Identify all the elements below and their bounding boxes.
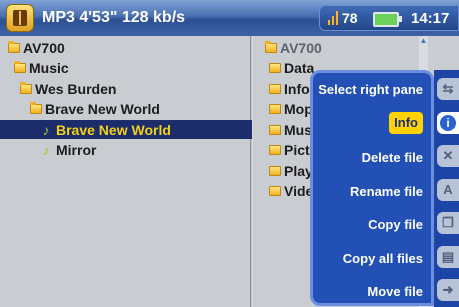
tree-item[interactable]: Brave New World bbox=[30, 100, 160, 119]
tree-item[interactable]: Wes Burden bbox=[20, 79, 116, 98]
folder-icon bbox=[20, 81, 32, 94]
side-toolbar: ⇆ i ✕ A ❐ ▤ ➜ bbox=[434, 70, 459, 307]
scroll-up-icon[interactable]: ▲ bbox=[419, 36, 428, 46]
copy-file-icon[interactable]: ❐ bbox=[437, 212, 459, 234]
book-icon[interactable] bbox=[6, 4, 34, 32]
folder-icon bbox=[8, 40, 20, 53]
menu-item-select-right-pane[interactable]: Select right pane bbox=[318, 79, 423, 101]
folder-item[interactable]: AV700 bbox=[265, 38, 322, 57]
folder-item[interactable]: Vide bbox=[269, 182, 313, 201]
folder-item[interactable]: Musi bbox=[269, 120, 316, 139]
context-menu: Select right pane Info Delete file Rename f… bbox=[310, 70, 434, 306]
menu-item-rename-file[interactable]: Rename file bbox=[350, 181, 423, 203]
music-note-icon: ♪ bbox=[42, 121, 50, 138]
volume-bars-icon bbox=[328, 11, 338, 25]
file-browser-screen: MP3 4'53" 128 kb/s 78 14:17 AV700 Music We… bbox=[0, 0, 459, 307]
select-pane-icon[interactable]: ⇆ bbox=[437, 78, 459, 100]
tree-item[interactable]: ♪ Brave New World bbox=[0, 120, 290, 139]
folder-icon bbox=[269, 83, 281, 94]
rename-icon[interactable]: A bbox=[437, 178, 459, 201]
folder-item[interactable]: Data bbox=[269, 59, 314, 78]
battery-icon bbox=[373, 12, 402, 27]
folder-icon bbox=[30, 102, 42, 114]
status-area: 78 14:17 bbox=[319, 5, 459, 31]
info-icon[interactable]: i bbox=[437, 111, 459, 134]
menu-item-copy-file[interactable]: Copy file bbox=[368, 214, 423, 236]
volume-level: 78 bbox=[342, 10, 358, 26]
delete-icon[interactable]: ✕ bbox=[437, 145, 459, 167]
folder-item-label: Vide bbox=[284, 183, 314, 199]
folder-icon bbox=[269, 104, 281, 114]
menu-item-info[interactable]: Info bbox=[389, 112, 423, 134]
music-note-icon: ♪ bbox=[42, 142, 50, 158]
folder-icon bbox=[265, 40, 277, 53]
folder-item[interactable]: Info bbox=[269, 79, 310, 98]
menu-item-move-file[interactable]: Move file bbox=[367, 281, 423, 303]
folder-icon bbox=[269, 165, 281, 176]
folder-icon bbox=[269, 124, 281, 135]
tree-item-label: Music bbox=[29, 60, 69, 76]
copy-all-icon[interactable]: ▤ bbox=[437, 245, 459, 268]
folder-item-label: AV700 bbox=[280, 39, 322, 56]
move-file-icon[interactable]: ➜ bbox=[437, 279, 459, 301]
title-bar: MP3 4'53" 128 kb/s 78 14:17 bbox=[0, 0, 459, 36]
tree-item-label: Wes Burden bbox=[35, 80, 117, 97]
folder-icon bbox=[269, 63, 281, 73]
folder-icon bbox=[14, 61, 26, 73]
menu-item-copy-all-files[interactable]: Copy all files bbox=[343, 248, 423, 270]
now-playing-info: MP3 4'53" 128 kb/s bbox=[42, 9, 186, 26]
folder-item-label: Data bbox=[284, 60, 315, 76]
folder-icon bbox=[269, 186, 281, 196]
tree-item-label: Brave New World bbox=[56, 121, 171, 138]
folder-icon bbox=[269, 145, 281, 155]
left-pane[interactable]: AV700 Music Wes Burden Brave New World ♪ Brav… bbox=[0, 36, 290, 307]
tree-item[interactable]: Music bbox=[14, 59, 69, 78]
tree-item-label: Brave New World bbox=[45, 101, 160, 117]
tree-item-label: Mirror bbox=[56, 142, 97, 158]
clock: 14:17 bbox=[411, 10, 450, 27]
tree-item[interactable]: ♪ Mirror bbox=[40, 141, 97, 160]
tree-item-label: AV700 bbox=[23, 39, 65, 56]
folder-item-label: Info bbox=[284, 80, 310, 97]
tree-item[interactable]: AV700 bbox=[8, 38, 65, 57]
menu-item-delete-file[interactable]: Delete file bbox=[362, 147, 423, 169]
